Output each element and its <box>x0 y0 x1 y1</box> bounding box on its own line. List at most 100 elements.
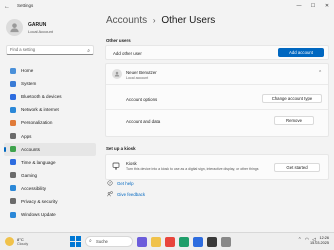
cloud-icon <box>5 237 14 246</box>
chrome-icon[interactable] <box>165 236 175 247</box>
store-icon[interactable] <box>193 236 203 247</box>
search-placeholder: Find a setting <box>10 47 36 52</box>
app-title: Settings <box>17 3 34 8</box>
sidebar-nav: Home System Bluetooth & devices Network & i… <box>4 64 96 221</box>
add-account-button[interactable]: Add account <box>278 48 324 57</box>
user-name: Neuer Benutzer <box>126 70 157 75</box>
chevron-up-icon[interactable]: ⌃ <box>298 237 302 243</box>
terminal-icon[interactable] <box>207 236 217 247</box>
sidebar-item-accessibility[interactable]: Accessibility <box>4 182 96 195</box>
nav-icon <box>10 119 16 126</box>
sidebar-item-apps[interactable]: Apps <box>4 129 96 142</box>
maximize-button[interactable]: ☐ <box>306 0 320 12</box>
nav-icon <box>10 67 16 74</box>
change-account-type-button[interactable]: Change account type <box>262 94 322 103</box>
help-icon: ? <box>107 180 113 186</box>
weather-widget[interactable]: 8°C Cloudy <box>5 237 28 246</box>
weather-condition: Cloudy <box>17 242 29 246</box>
clock[interactable]: 12:26 15.03.2025 <box>310 236 329 246</box>
sidebar-item-time-language[interactable]: Time & language <box>4 156 96 169</box>
chevron-up-icon[interactable]: ⌃ <box>318 70 322 76</box>
back-arrow-icon[interactable]: ← <box>3 3 11 11</box>
clock-date: 15.03.2025 <box>309 241 329 245</box>
sidebar-item-label: System <box>21 81 37 87</box>
avatar <box>6 19 23 36</box>
kiosk-description: Turn this device into a kiosk to use as … <box>126 167 259 171</box>
nav-icon <box>10 106 16 113</box>
user-account-type: Local account <box>126 76 149 80</box>
sidebar-item-label: Personalization <box>21 120 53 126</box>
profile-account-type: Local Account <box>28 28 53 34</box>
copilot-icon[interactable] <box>137 236 147 247</box>
nav-icon <box>10 185 16 192</box>
sidebar-item-home[interactable]: Home <box>4 64 96 77</box>
svg-text:?: ? <box>109 181 111 185</box>
feedback-icon <box>107 191 113 197</box>
window-controls: — ☐ ✕ <box>292 0 334 12</box>
user-card: Neuer Benutzer Local account ⌃ Account o… <box>105 63 329 137</box>
account-data-label: Account and data <box>126 119 161 124</box>
wifi-icon[interactable]: ◠ <box>305 237 309 243</box>
sidebar-item-label: Gaming <box>21 172 38 178</box>
user-header[interactable]: Neuer Benutzer Local account ⌃ <box>106 64 328 84</box>
kiosk-title: Kiosk <box>126 161 137 166</box>
add-user-label: Add other user <box>113 50 142 56</box>
nav-icon <box>10 159 16 166</box>
start-button[interactable] <box>70 236 81 247</box>
sidebar-item-label: Accounts <box>21 146 40 152</box>
add-user-card: Add other user Add account <box>105 45 329 60</box>
get-started-button[interactable]: Get started <box>274 163 320 172</box>
breadcrumb: Accounts › Other Users <box>106 15 215 26</box>
sidebar-item-gaming[interactable]: Gaming <box>4 169 96 182</box>
profile[interactable]: GARUN Local Account <box>6 19 53 36</box>
remove-button[interactable]: Remove <box>274 116 314 125</box>
kiosk-card: Kiosk Turn this device into a kiosk to u… <box>105 154 329 180</box>
taskbar-search[interactable]: Suche <box>85 236 133 247</box>
breadcrumb-parent[interactable]: Accounts <box>106 15 147 26</box>
sidebar-item-label: Network & internet <box>21 107 59 113</box>
file-explorer-icon[interactable] <box>151 236 161 247</box>
kiosk-section-label: Set up a kiosk <box>106 146 136 151</box>
minimize-button[interactable]: — <box>292 0 306 12</box>
nav-icon <box>10 172 16 179</box>
nav-icon <box>10 198 16 205</box>
get-help-link[interactable]: ? Get help <box>107 180 134 186</box>
nav-icon <box>10 80 16 87</box>
nav-icon <box>10 133 16 140</box>
taskbar-apps: Suche <box>70 236 231 247</box>
sidebar-item-accounts[interactable]: Accounts <box>4 142 96 156</box>
nav-icon <box>10 211 16 218</box>
kiosk-icon <box>112 162 120 170</box>
user-icon <box>10 23 19 33</box>
sidebar-item-label: Accessibility <box>21 185 47 191</box>
sidebar-item-label: Apps <box>21 133 32 139</box>
divider <box>106 109 328 110</box>
close-button[interactable]: ✕ <box>320 0 334 12</box>
nav-icon <box>10 146 16 153</box>
sidebar: GARUN Local Account Find a setting ⌕ Hom… <box>0 13 100 232</box>
sidebar-item-personalization[interactable]: Personalization <box>4 116 96 129</box>
sidebar-item-privacy-security[interactable]: Privacy & security <box>4 195 96 208</box>
give-feedback-link[interactable]: Give feedback <box>107 191 145 197</box>
main-content: Accounts › Other Users Other users Add o… <box>100 13 334 232</box>
page-title: Other Users <box>161 15 216 26</box>
settings-icon[interactable] <box>221 236 231 247</box>
search-icon: ⌕ <box>87 48 90 54</box>
sidebar-item-label: Bluetooth & devices <box>21 94 62 100</box>
other-users-section-label: Other users <box>106 38 131 43</box>
get-help-label: Get help <box>117 180 134 186</box>
title-bar: ← Settings — ☐ ✕ <box>0 0 334 13</box>
sidebar-item-label: Time & language <box>21 159 56 165</box>
user-icon <box>114 71 120 77</box>
sidebar-item-label: Home <box>21 68 34 74</box>
nav-icon <box>10 93 16 100</box>
sidebar-item-system[interactable]: System <box>4 77 96 90</box>
sidebar-item-bluetooth-devices[interactable]: Bluetooth & devices <box>4 90 96 103</box>
sidebar-item-network-internet[interactable]: Network & internet <box>4 103 96 116</box>
user-avatar <box>112 69 122 79</box>
edge-icon[interactable] <box>179 236 189 247</box>
sidebar-item-label: Windows Update <box>21 212 56 218</box>
sidebar-item-windows-update[interactable]: Windows Update <box>4 208 96 221</box>
search-input[interactable]: Find a setting ⌕ <box>6 45 94 55</box>
account-options-label: Account options <box>126 97 158 102</box>
